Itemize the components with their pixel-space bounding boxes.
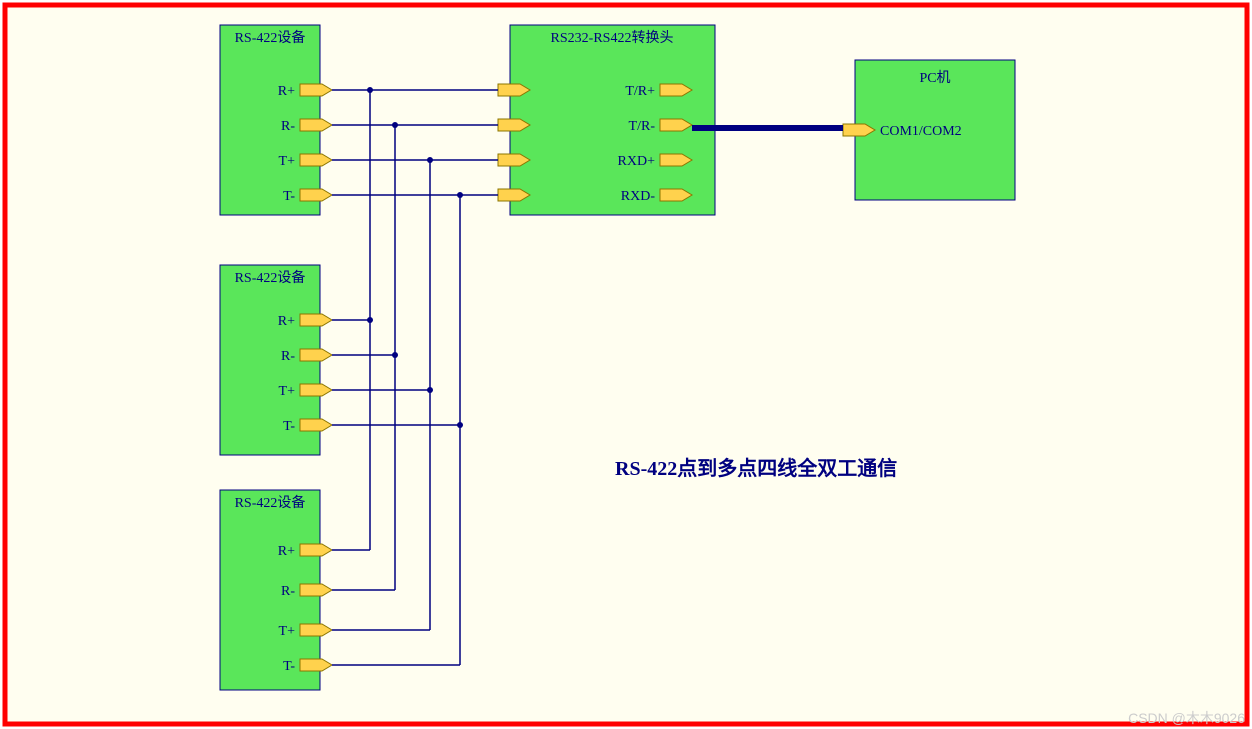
svg-text:T/R+: T/R+ bbox=[625, 84, 655, 99]
rs232-rs422-converter: RS232-RS422转换头 T/R+ T/R- RXD+ RXD- bbox=[498, 25, 715, 215]
device1-title: RS-422设备 bbox=[235, 29, 306, 46]
svg-text:R-: R- bbox=[281, 349, 295, 364]
svg-text:COM1/COM2: COM1/COM2 bbox=[880, 124, 962, 139]
svg-text:T-: T- bbox=[283, 419, 295, 434]
watermark: CSDN @木木9026 bbox=[1128, 710, 1245, 726]
svg-text:RXD+: RXD+ bbox=[618, 154, 656, 169]
svg-text:T-: T- bbox=[283, 189, 295, 204]
svg-text:R-: R- bbox=[281, 584, 295, 599]
svg-text:T-: T- bbox=[283, 659, 295, 674]
svg-text:R+: R+ bbox=[278, 84, 295, 99]
converter-title: RS232-RS422转换头 bbox=[551, 29, 674, 46]
svg-text:R-: R- bbox=[281, 119, 295, 134]
rs422-device-3: RS-422设备 R+ R- T+ T- bbox=[220, 490, 332, 690]
rs422-device-2: RS-422设备 R+ R- T+ T- bbox=[220, 265, 332, 455]
diagram-title: RS-422点到多点四线全双工通信 bbox=[615, 456, 897, 480]
svg-text:R+: R+ bbox=[278, 314, 295, 329]
svg-text:R+: R+ bbox=[278, 544, 295, 559]
svg-text:T/R-: T/R- bbox=[629, 119, 656, 134]
svg-text:T+: T+ bbox=[279, 154, 296, 169]
pc-block: PC机 COM1/COM2 bbox=[843, 60, 1015, 200]
device3-title: RS-422设备 bbox=[235, 494, 306, 511]
svg-text:RXD-: RXD- bbox=[621, 189, 656, 204]
device2-title: RS-422设备 bbox=[235, 269, 306, 286]
svg-text:T+: T+ bbox=[279, 384, 296, 399]
svg-text:T+: T+ bbox=[279, 624, 296, 639]
rs422-device-1: RS-422设备 R+ R- T+ T- bbox=[220, 25, 332, 215]
pc-title: PC机 bbox=[919, 70, 950, 86]
